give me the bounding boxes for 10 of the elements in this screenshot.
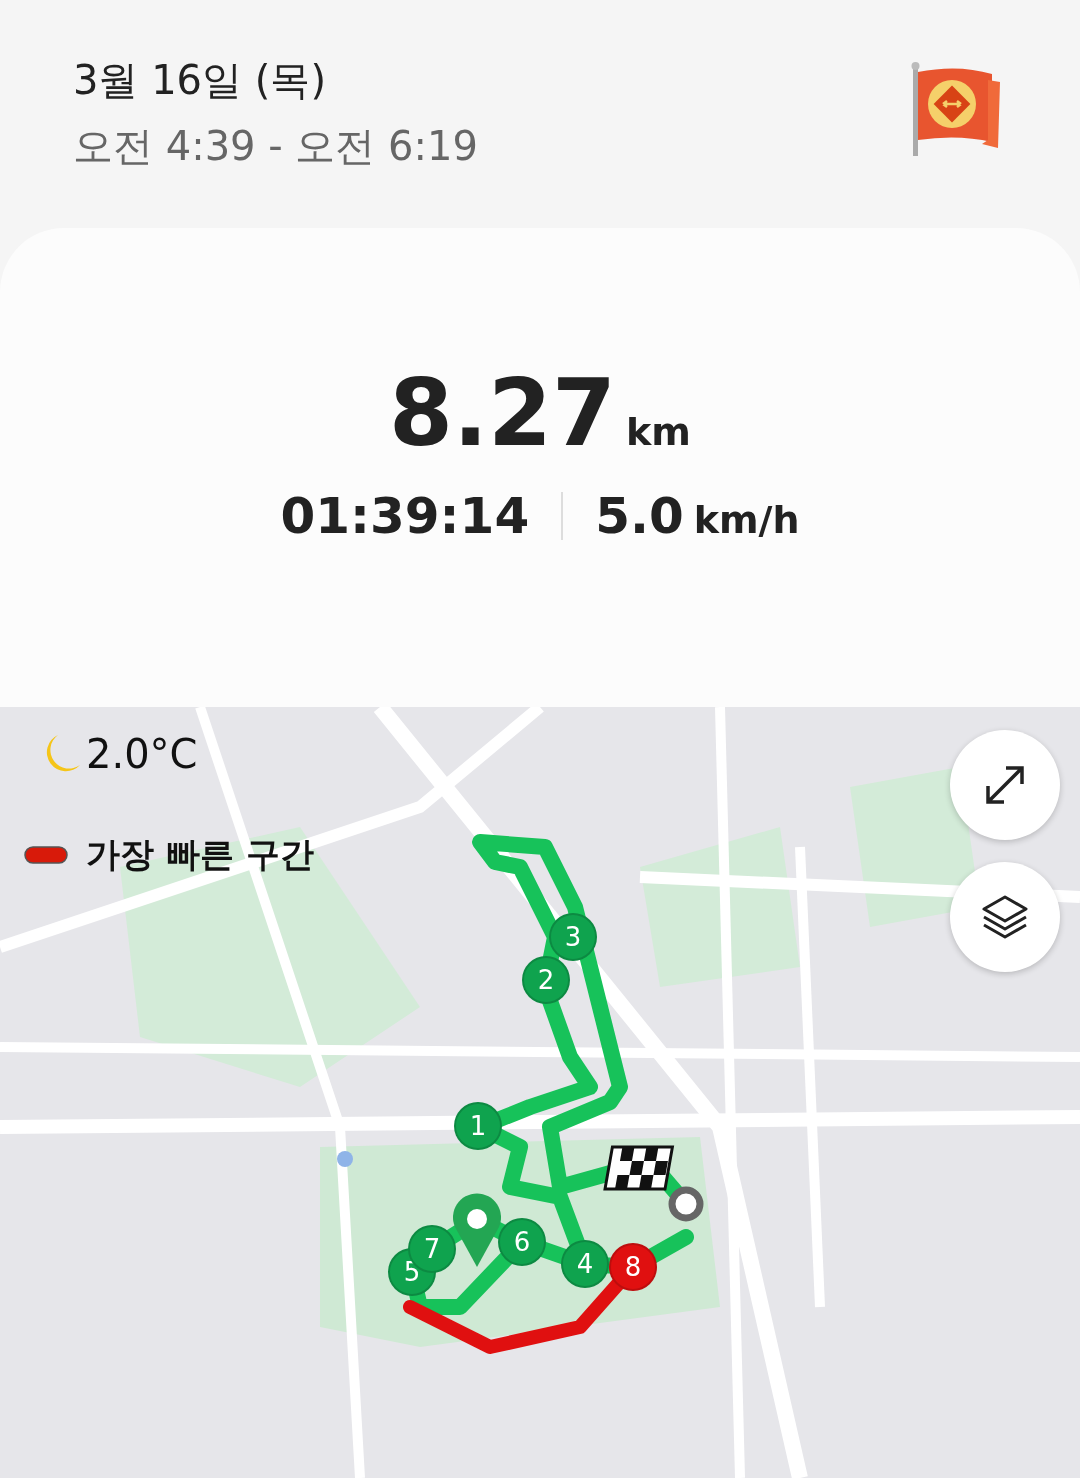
temperature: 2.0°C: [86, 731, 198, 777]
speed-value: 5.0: [595, 487, 684, 545]
speed-unit: km/h: [693, 498, 800, 542]
legend-label: 가장 빠른 구간: [86, 833, 314, 876]
time-range: 오전 4:39 - 오전 6:19: [73, 122, 478, 171]
distance-unit: km: [626, 410, 691, 454]
duration-value: 01:39:14: [280, 487, 530, 545]
date: 3월 16일 (목): [73, 56, 327, 105]
legend-swatch-icon: [24, 846, 68, 864]
distance-value: 8.27: [389, 360, 617, 467]
